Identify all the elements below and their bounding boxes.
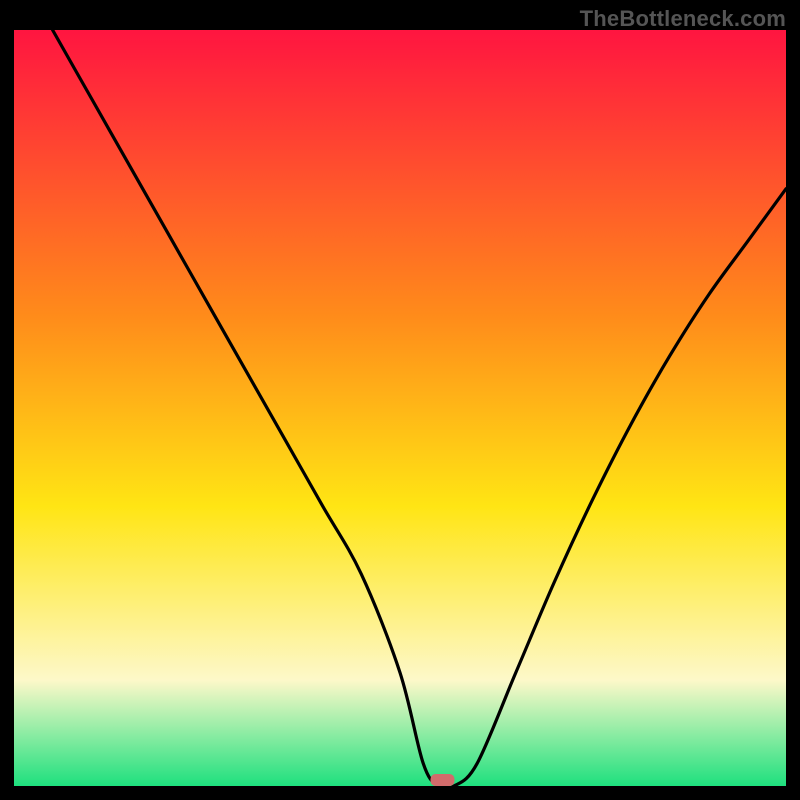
watermark-text: TheBottleneck.com — [580, 6, 786, 32]
chart-svg — [14, 30, 786, 786]
optimum-marker — [431, 774, 455, 786]
bottleneck-chart — [14, 30, 786, 786]
